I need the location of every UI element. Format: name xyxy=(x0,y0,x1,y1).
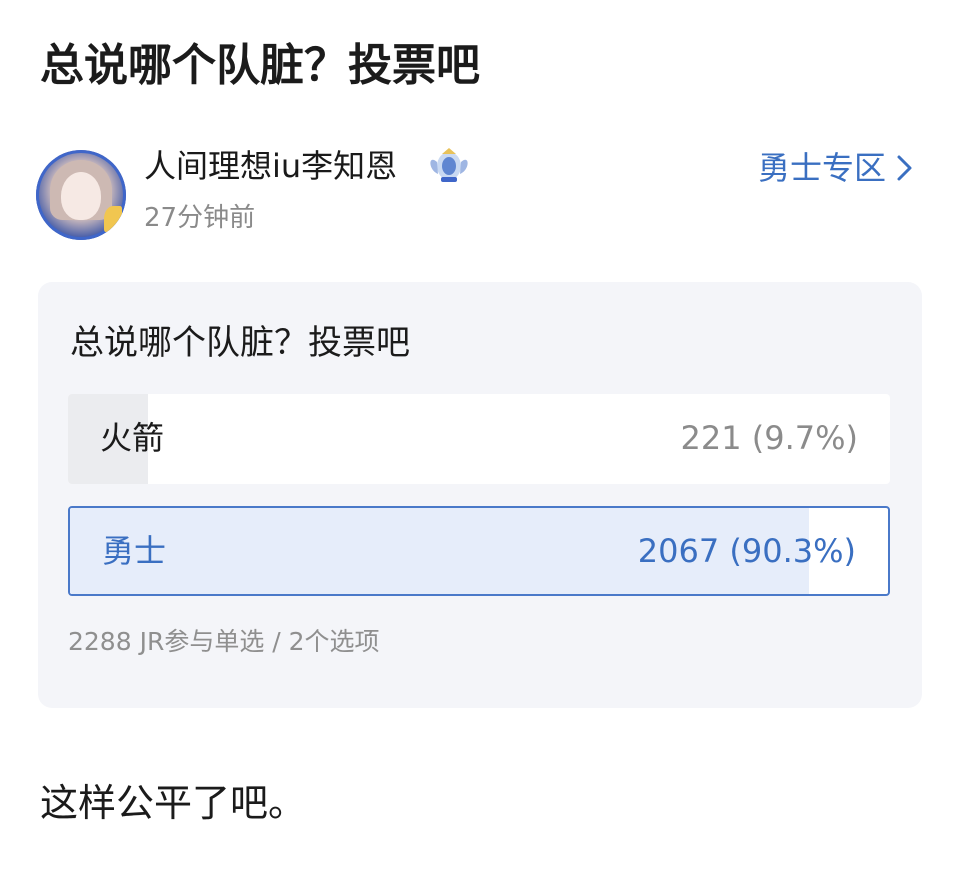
avatar-wing-decoration xyxy=(104,206,122,232)
zone-link[interactable]: 勇士专区 xyxy=(758,146,916,190)
chevron-right-icon xyxy=(897,155,912,181)
author-name[interactable]: 人间理想iu李知恩 xyxy=(144,144,397,188)
poll-meta: 2288 JR参与单选 / 2个选项 xyxy=(68,627,380,656)
poll-option-warriors[interactable]: 勇士 2067 (90.3%) xyxy=(68,506,890,596)
poll-option-rockets[interactable]: 火箭 221 (9.7%) xyxy=(68,394,890,484)
author-avatar[interactable] xyxy=(36,150,126,240)
post-body: 这样公平了吧。 xyxy=(40,781,307,825)
poll-option-result: 221 (9.7%) xyxy=(680,419,858,457)
poll-option-label: 勇士 xyxy=(102,532,167,570)
poll-option-label: 火箭 xyxy=(100,419,165,457)
post-time: 27分钟前 xyxy=(144,203,256,233)
post-title: 总说哪个队脏？投票吧 xyxy=(40,40,480,91)
avatar-face xyxy=(61,172,101,220)
poll-option-result: 2067 (90.3%) xyxy=(637,532,856,570)
zone-link-label: 勇士专区 xyxy=(757,149,886,187)
poll-question: 总说哪个队脏？投票吧 xyxy=(70,323,410,363)
poll-card: 总说哪个队脏？投票吧 火箭 221 (9.7%) 勇士 2067 (90.3%)… xyxy=(38,282,922,708)
winged-badge-icon xyxy=(430,148,468,182)
author-row: 人间理想iu李知恩 27分钟前 勇士专区 xyxy=(36,144,926,244)
